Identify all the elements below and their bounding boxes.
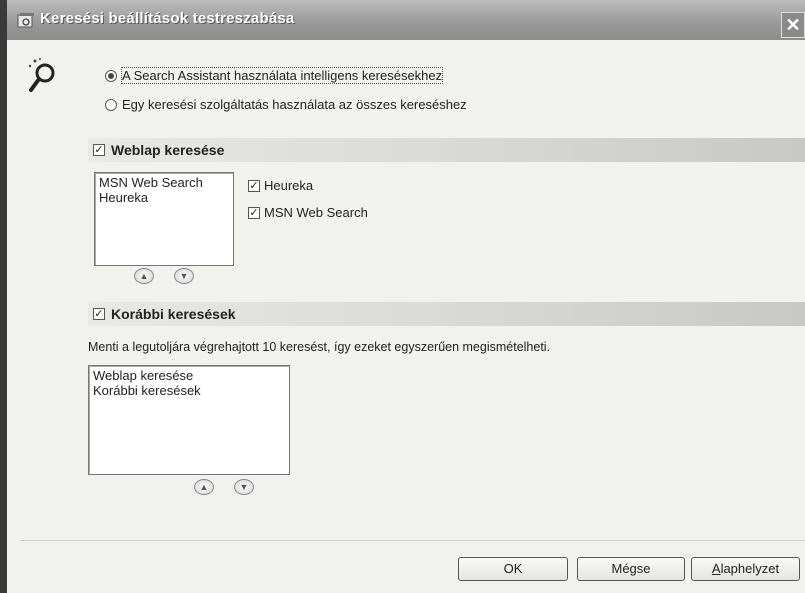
radio-button-checked[interactable] (105, 69, 117, 82)
radio-search-assistant[interactable]: A Search Assistant használata intelligen… (105, 67, 444, 84)
cancel-button[interactable]: Mégse (577, 557, 685, 581)
web-search-checkbox[interactable]: ✓ (93, 144, 105, 156)
list-item[interactable]: MSN Web Search (99, 175, 229, 190)
window-left-border (0, 0, 7, 593)
radio-label-search-assistant: A Search Assistant használata intelligen… (120, 67, 444, 84)
window-title: Keresési beállítások testreszabása (40, 10, 295, 27)
close-button[interactable]: ✕ (781, 12, 805, 38)
radio-button-unchecked[interactable] (105, 98, 117, 111)
web-search-order-list[interactable]: MSN Web Search Heureka (94, 172, 234, 266)
web-search-title: Weblap keresése (111, 142, 225, 158)
ok-button[interactable]: OK (458, 557, 568, 581)
divider (20, 540, 805, 541)
search-assistant-icon (28, 58, 55, 92)
move-up-button[interactable]: ▲ (134, 268, 154, 284)
customize-search-dialog: Keresési beállítások testreszabása ✕ A S… (0, 0, 805, 593)
list-item[interactable]: Heureka (99, 190, 229, 205)
section-header-previous-searches: ✓ Korábbi keresések (88, 302, 805, 326)
reset-button[interactable]: Alaphelyzet (691, 557, 800, 581)
radio-label-single-service: Egy keresési szolgáltatás használata az … (122, 97, 467, 112)
reset-button-label: laphelyzet (720, 561, 780, 576)
list-item[interactable]: Weblap keresése (93, 368, 285, 383)
move-down-button[interactable]: ▼ (174, 268, 194, 284)
title-bar[interactable]: Keresési beállítások testreszabása ✕ (7, 0, 805, 40)
msn-checkbox[interactable]: ✓ (248, 206, 260, 219)
heureka-label: Heureka (264, 178, 314, 193)
move-down-button[interactable]: ▼ (234, 479, 254, 495)
previous-searches-checkbox[interactable]: ✓ (93, 308, 105, 320)
search-window-icon (17, 13, 34, 28)
previous-searches-list[interactable]: Weblap keresése Korábbi keresések (88, 365, 290, 475)
provider-msn[interactable]: ✓ MSN Web Search (248, 205, 368, 220)
heureka-checkbox[interactable]: ✓ (248, 179, 260, 192)
list-item[interactable]: Korábbi keresések (93, 383, 285, 398)
move-up-button[interactable]: ▲ (194, 479, 214, 495)
reset-button-access-key: A (711, 561, 721, 576)
radio-single-service[interactable]: Egy keresési szolgáltatás használata az … (105, 97, 467, 112)
previous-searches-description: Menti a legutoljára végrehajtott 10 kere… (88, 340, 551, 354)
previous-searches-title: Korábbi keresések (111, 306, 236, 322)
section-header-web-search: ✓ Weblap keresése (88, 138, 805, 162)
provider-heureka[interactable]: ✓ Heureka (248, 178, 313, 193)
msn-label: MSN Web Search (264, 205, 368, 220)
